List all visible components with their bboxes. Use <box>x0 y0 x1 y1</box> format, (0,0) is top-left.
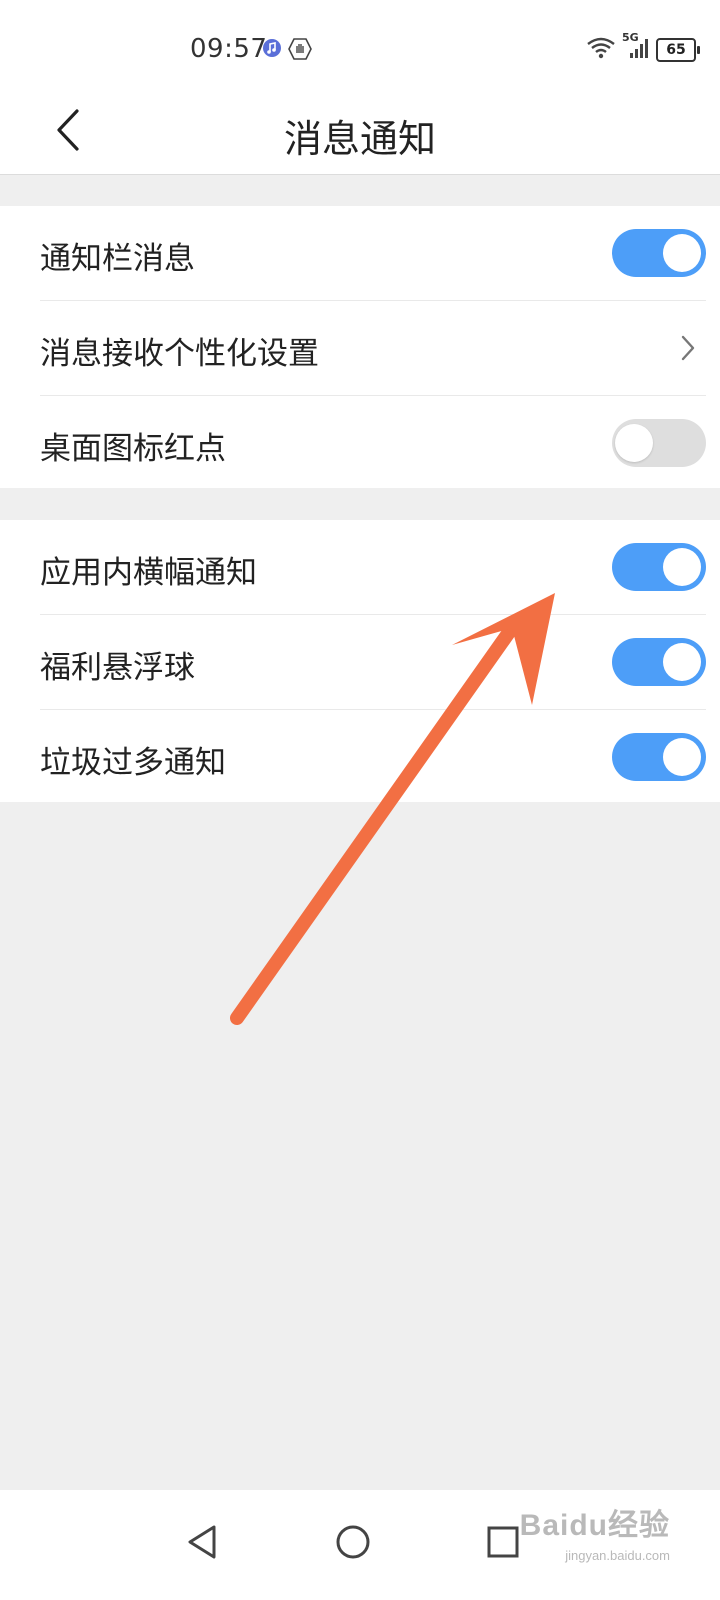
setting-label: 福利悬浮球 <box>40 650 195 686</box>
setting-row-junk-notification[interactable]: 垃圾过多通知 <box>40 710 706 804</box>
toggle-knob <box>663 643 701 681</box>
baidu-watermark: Baidu经验 jingyan.baidu.com <box>520 1500 670 1563</box>
toggle-knob <box>663 234 701 272</box>
chevron-right-icon <box>681 335 695 361</box>
home-circle-icon <box>336 1525 370 1559</box>
header: 消息通知 <box>0 88 720 175</box>
recents-square-icon <box>487 1526 519 1558</box>
battery-indicator: 65 <box>656 38 700 62</box>
setting-row-desktop-badge[interactable]: 桌面图标红点 <box>40 396 706 490</box>
back-triangle-icon <box>188 1525 216 1559</box>
setting-label: 消息接收个性化设置 <box>40 336 319 372</box>
setting-label: 桌面图标红点 <box>40 431 226 467</box>
nav-back-button[interactable] <box>172 1512 232 1572</box>
junk-notification-toggle[interactable] <box>612 733 706 781</box>
status-left-icons <box>262 38 312 64</box>
setting-label: 通知栏消息 <box>40 241 195 277</box>
network-label: 5G <box>622 31 639 44</box>
desktop-badge-toggle[interactable] <box>612 419 706 467</box>
hand-notification-icon <box>288 38 312 64</box>
nav-home-button[interactable] <box>323 1512 383 1572</box>
setting-label: 垃圾过多通知 <box>40 745 226 781</box>
in-app-banner-toggle[interactable] <box>612 543 706 591</box>
toggle-knob <box>615 424 653 462</box>
watermark-logo: Baidu经验 <box>519 1509 670 1542</box>
wifi-icon <box>586 36 616 64</box>
cellular-signal-icon: 5G <box>622 31 650 63</box>
status-right-icons: 5G 65 <box>586 31 700 64</box>
notification-bar-toggle[interactable] <box>612 229 706 277</box>
setting-row-in-app-banner[interactable]: 应用内横幅通知 <box>40 520 706 615</box>
setting-row-floating-ball[interactable]: 福利悬浮球 <box>40 615 706 710</box>
watermark-sub: jingyan.baidu.com <box>565 1548 670 1563</box>
page-title: 消息通知 <box>283 117 436 161</box>
music-notification-icon <box>262 38 282 64</box>
toggle-knob <box>663 738 701 776</box>
setting-row-notification-bar[interactable]: 通知栏消息 <box>40 206 706 301</box>
setting-label: 应用内横幅通知 <box>40 555 257 591</box>
toggle-knob <box>663 548 701 586</box>
floating-ball-toggle[interactable] <box>612 638 706 686</box>
status-bar: 09:57 5G 65 <box>0 0 720 88</box>
setting-row-personalized-receive[interactable]: 消息接收个性化设置 <box>40 301 706 396</box>
status-time: 09:57 <box>190 34 268 64</box>
settings-group-1: 通知栏消息 消息接收个性化设置 桌面图标红点 <box>0 206 720 488</box>
settings-group-2: 应用内横幅通知 福利悬浮球 垃圾过多通知 <box>0 520 720 802</box>
